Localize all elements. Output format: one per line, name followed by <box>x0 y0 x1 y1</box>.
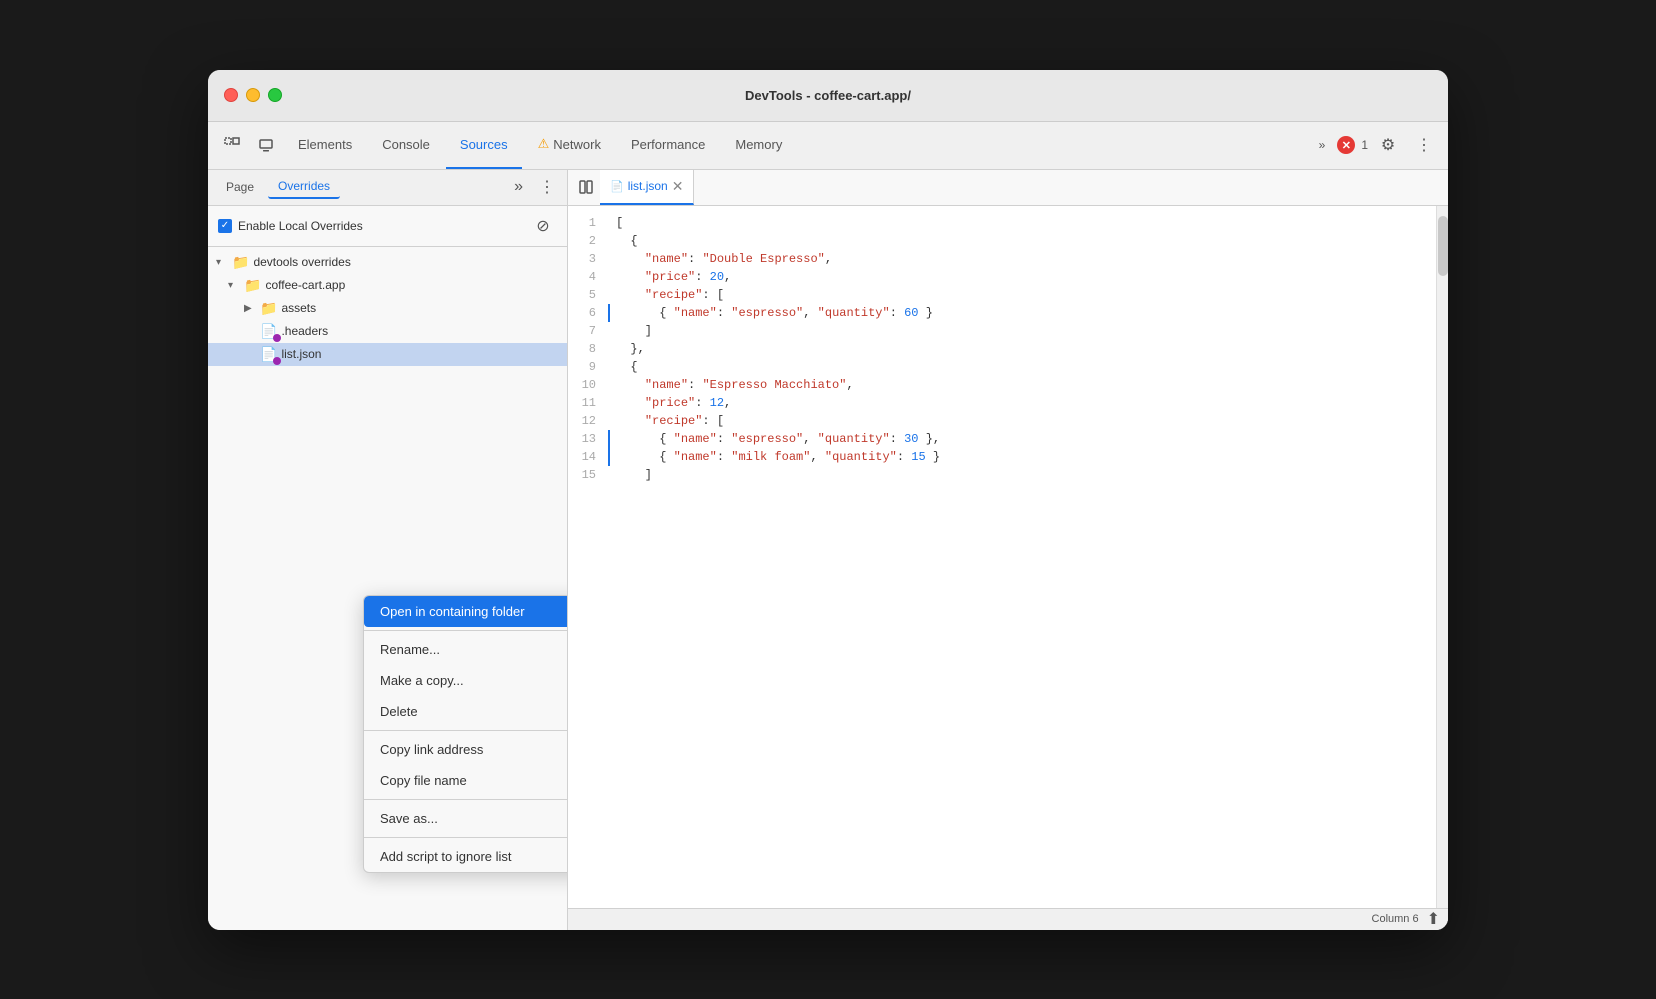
code-line-2: 2 { <box>568 232 1436 250</box>
context-menu-make-copy[interactable]: Make a copy... <box>364 665 567 696</box>
sidebar: Page Overrides » ⋮ ✓ Enable Local Overri… <box>208 170 568 930</box>
editor-area: 📄 list.json ✕ 1 [ 2 { 3 <box>568 170 1448 930</box>
context-menu-copy-link[interactable]: Copy link address <box>364 734 567 765</box>
tree-label-coffee-cart: coffee-cart.app <box>265 278 345 292</box>
tree-item-listjson[interactable]: ▶ 📄 list.json <box>208 343 567 366</box>
window-title: DevTools - coffee-cart.app/ <box>745 88 911 103</box>
code-line-1: 1 [ <box>568 214 1436 232</box>
tree-item-devtools-overrides[interactable]: ▾ 📁 devtools overrides <box>208 251 567 274</box>
enable-overrides-checkbox[interactable]: ✓ <box>218 219 232 233</box>
devtools-window: DevTools - coffee-cart.app/ Elements Con… <box>208 70 1448 930</box>
title-bar: DevTools - coffee-cart.app/ <box>208 70 1448 122</box>
sidebar-toolbar: ✓ Enable Local Overrides ⊘ <box>208 206 567 247</box>
tab-bar-right: » ✕ 1 ⚙ ⋮ <box>1311 129 1440 161</box>
context-menu-add-ignore[interactable]: Add script to ignore list <box>364 841 567 872</box>
code-line-9: 9 { <box>568 358 1436 376</box>
sidebar-options-button[interactable]: ⋮ <box>535 173 559 201</box>
context-menu-rename[interactable]: Rename... <box>364 634 567 665</box>
main-area: Page Overrides » ⋮ ✓ Enable Local Overri… <box>208 170 1448 930</box>
tree-item-coffee-cart[interactable]: ▾ 📁 coffee-cart.app <box>208 274 567 297</box>
file-icon-listjson: 📄 <box>260 346 277 363</box>
editor-scrollbar-track <box>1436 206 1448 908</box>
arrow-assets: ▶ <box>244 303 256 314</box>
no-overrides-icon[interactable]: ⊘ <box>529 212 557 240</box>
tree-item-assets[interactable]: ▶ 📁 assets <box>208 297 567 320</box>
status-bar: Column 6 ⬆ <box>568 908 1448 930</box>
code-line-6: 6 { "name": "espresso", "quantity": 60 } <box>568 304 1436 322</box>
tab-memory[interactable]: Memory <box>721 121 796 169</box>
code-line-7: 7 ] <box>568 322 1436 340</box>
code-line-5: 5 "recipe": [ <box>568 286 1436 304</box>
folder-icon-assets: 📁 <box>260 300 277 317</box>
sidebar-tree: ▾ 📁 devtools overrides ▾ 📁 coffee-cart.a… <box>208 247 567 930</box>
folder-icon-devtools: 📁 <box>232 254 249 271</box>
tab-elements[interactable]: Elements <box>284 121 366 169</box>
tab-sources[interactable]: Sources <box>446 121 522 169</box>
sidebar-toggle-button[interactable] <box>572 173 600 201</box>
folder-icon-coffee-cart: 📁 <box>244 277 261 294</box>
tree-label-assets: assets <box>281 301 316 315</box>
status-icon[interactable]: ⬆ <box>1427 909 1440 929</box>
warning-icon: ⚠ <box>538 136 550 152</box>
context-menu-copy-name[interactable]: Copy file name <box>364 765 567 796</box>
context-menu: Open in containing folder Rename... Make… <box>363 595 567 873</box>
tree-item-headers[interactable]: ▶ 📄 .headers <box>208 320 567 343</box>
file-icon-headers: 📄 <box>260 323 277 340</box>
more-tabs-button[interactable]: » <box>1311 134 1334 156</box>
tab-bar: Elements Console Sources ⚠ Network Perfo… <box>208 122 1448 170</box>
tab-console[interactable]: Console <box>368 121 444 169</box>
traffic-lights <box>224 88 282 102</box>
tree-label-headers: .headers <box>281 324 328 338</box>
enable-overrides-label[interactable]: ✓ Enable Local Overrides <box>218 219 363 233</box>
code-line-11: 11 "price": 12, <box>568 394 1436 412</box>
sidebar-more-button[interactable]: » <box>510 174 527 200</box>
minimize-button[interactable] <box>246 88 260 102</box>
editor-wrapper: 1 [ 2 { 3 "name": "Double Espresso", 4 " <box>568 206 1448 908</box>
tab-list: Elements Console Sources ⚠ Network Perfo… <box>216 121 796 169</box>
arrow-devtools-overrides: ▾ <box>216 257 228 268</box>
separator-3 <box>364 799 567 800</box>
file-tab-icon: 📄 <box>610 180 624 193</box>
more-options-icon[interactable]: ⋮ <box>1408 129 1440 161</box>
file-tab-close-button[interactable]: ✕ <box>672 179 684 193</box>
tree-label-devtools-overrides: devtools overrides <box>253 255 350 269</box>
editor-tabs: 📄 list.json ✕ <box>568 170 1448 206</box>
code-line-8: 8 }, <box>568 340 1436 358</box>
sidebar-tab-page[interactable]: Page <box>216 176 264 198</box>
tree-label-listjson: list.json <box>281 347 321 361</box>
code-editor[interactable]: 1 [ 2 { 3 "name": "Double Espresso", 4 " <box>568 206 1436 908</box>
separator-1 <box>364 630 567 631</box>
settings-icon[interactable]: ⚙ <box>1372 129 1404 161</box>
code-line-4: 4 "price": 20, <box>568 268 1436 286</box>
code-line-10: 10 "name": "Espresso Macchiato", <box>568 376 1436 394</box>
code-line-15: 15 ] <box>568 466 1436 484</box>
file-tab-label: list.json <box>628 179 668 193</box>
error-count: 1 <box>1361 138 1368 152</box>
context-menu-open-folder[interactable]: Open in containing folder <box>364 596 567 627</box>
context-menu-save-as[interactable]: Save as... <box>364 803 567 834</box>
column-status: Column 6 <box>1372 913 1419 925</box>
separator-2 <box>364 730 567 731</box>
code-line-12: 12 "recipe": [ <box>568 412 1436 430</box>
sidebar-tabs: Page Overrides » ⋮ <box>208 170 567 206</box>
separator-4 <box>364 837 567 838</box>
error-badge: ✕ <box>1337 136 1355 154</box>
maximize-button[interactable] <box>268 88 282 102</box>
context-menu-delete[interactable]: Delete <box>364 696 567 727</box>
code-line-14: 14 { "name": "milk foam", "quantity": 15… <box>568 448 1436 466</box>
tab-network[interactable]: ⚠ Network <box>524 121 615 169</box>
editor-scrollbar-thumb[interactable] <box>1438 216 1448 276</box>
device-icon[interactable] <box>250 129 282 161</box>
tab-performance[interactable]: Performance <box>617 121 719 169</box>
code-line-13: 13 { "name": "espresso", "quantity": 30 … <box>568 430 1436 448</box>
sidebar-tab-overrides[interactable]: Overrides <box>268 175 340 199</box>
arrow-coffee-cart: ▾ <box>228 280 240 291</box>
file-tab-listjson[interactable]: 📄 list.json ✕ <box>600 170 694 206</box>
close-button[interactable] <box>224 88 238 102</box>
inspect-icon[interactable] <box>216 129 248 161</box>
code-line-3: 3 "name": "Double Espresso", <box>568 250 1436 268</box>
